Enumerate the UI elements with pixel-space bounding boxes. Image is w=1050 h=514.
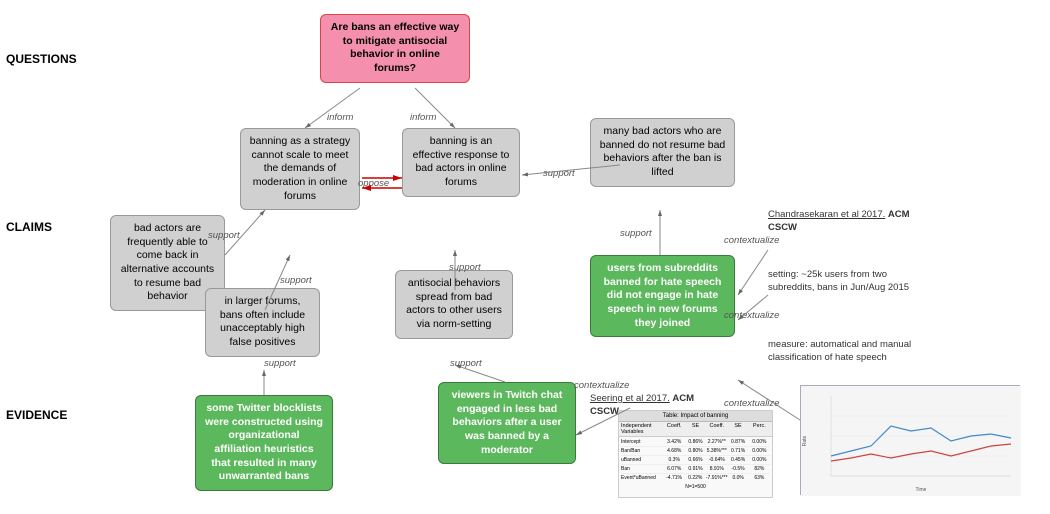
evidence-twitch-chat: viewers in Twitch chat engaged in less b… [438,382,576,464]
edge-support1: support [208,230,240,241]
section-questions: QUESTIONS [6,52,77,66]
edge-inform2: inform [410,112,436,123]
edge-contextualize2: contextualize [724,310,779,321]
evidence-chart: Time Rate [800,385,1020,495]
edge-support7: support [449,262,481,273]
claim-subreddit-banned: users from subreddits banned for hate sp… [590,255,735,337]
edge-support6: support [280,275,312,286]
evidence-table: Table: Impact of banning Independent Var… [618,410,773,498]
claim-norm-setting: antisocial behaviors spread from bad act… [395,270,513,339]
edge-inform1: inform [327,112,353,123]
claim-banning-effective: banning is an effective response to bad … [402,128,520,197]
claim-banning-scale: banning as a strategy cannot scale to me… [240,128,360,210]
edge-contextualize1: contextualize [724,235,779,246]
ref-chandrasekaran: Chandrasekaran et al 2017. ACM CSCW [768,208,928,235]
diagram-container: QUESTIONS CLAIMS EVIDENCE Are bans an ef… [0,0,1050,514]
svg-text:Rate: Rate [802,436,808,447]
edge-oppose: oppose [358,178,389,189]
edge-support4: support [450,358,482,369]
edge-support5: support [620,228,652,239]
svg-text:Time: Time [916,487,927,493]
question-node: Are bans an effective way to mitigate an… [320,14,470,83]
claim-false-positives: in larger forums, bans often include una… [205,288,320,357]
evidence-twitter-blocklists: some Twitter blocklists were constructed… [195,395,333,491]
edge-support3: support [264,358,296,369]
edge-support2: support [543,168,575,179]
edge-contextualize4: contextualize [724,398,779,409]
claim-no-resume: many bad actors who are banned do not re… [590,118,735,187]
ref-chandrasekaran-measure: measure: automatical and manual classifi… [768,338,933,365]
section-claims: CLAIMS [6,220,52,234]
line-chart-svg: Time Rate [801,386,1021,496]
edge-contextualize3: contextualize [574,380,629,391]
section-evidence: EVIDENCE [6,408,67,422]
ref-chandrasekaran-setting: setting: ~25k users from two subreddits,… [768,268,933,295]
